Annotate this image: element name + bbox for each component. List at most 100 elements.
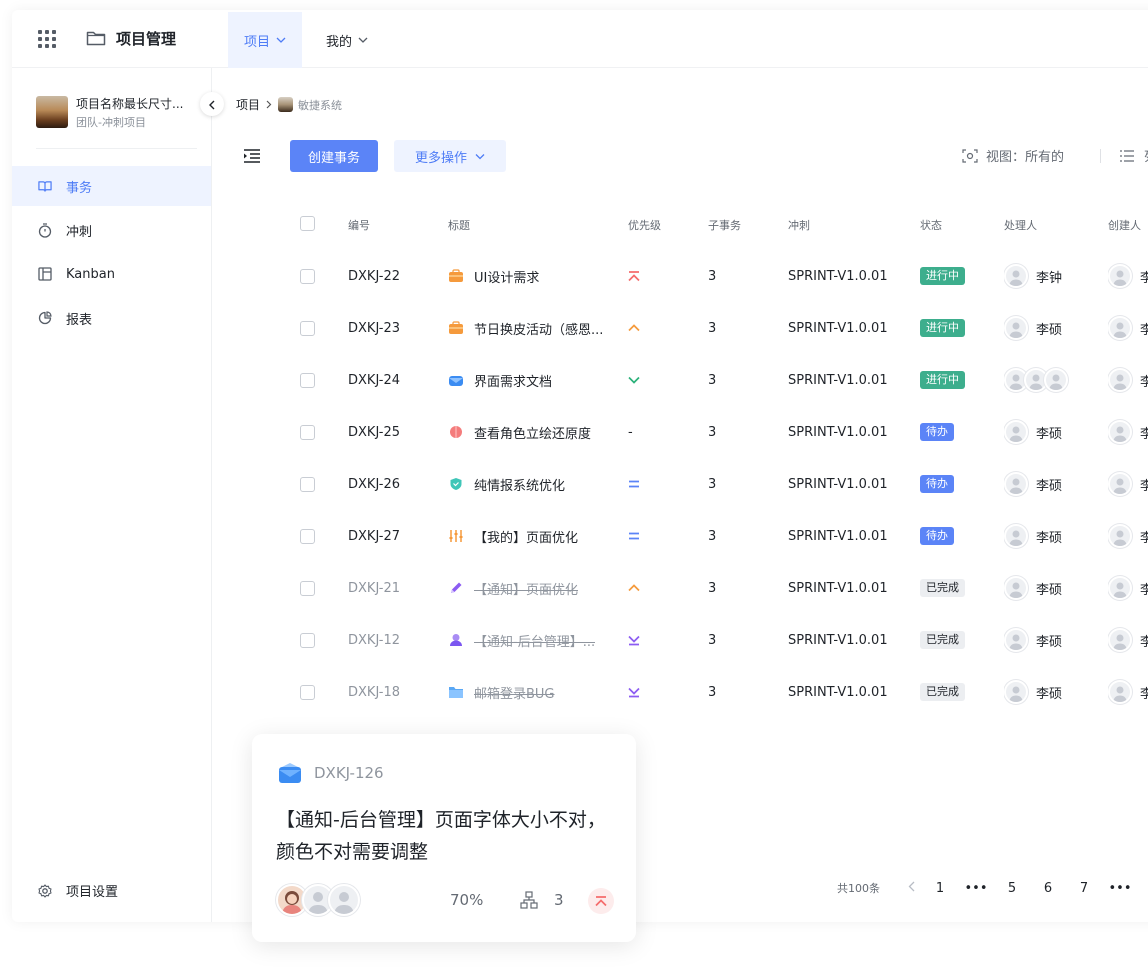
prev-page-button[interactable] bbox=[900, 881, 922, 896]
header-title[interactable]: 标题 bbox=[448, 198, 618, 250]
avatar[interactable] bbox=[1108, 524, 1132, 548]
table-row[interactable]: DXKJ-21 【通知】页面优化 3 SPRINT-V1.0.01 已完成 李硕 李 bbox=[236, 562, 1148, 614]
status-cell[interactable]: 待办 bbox=[920, 458, 990, 510]
creator-cell[interactable]: 李 bbox=[1108, 562, 1148, 614]
project-settings-button[interactable]: 项目设置 bbox=[38, 881, 118, 900]
avatar[interactable] bbox=[328, 884, 360, 916]
status-cell[interactable]: 待办 bbox=[920, 510, 990, 562]
row-checkbox[interactable] bbox=[300, 372, 315, 388]
status-cell[interactable]: 已完成 bbox=[920, 666, 990, 718]
tab-mine[interactable]: 我的 bbox=[326, 12, 368, 68]
row-checkbox[interactable] bbox=[300, 528, 315, 544]
select-all-checkbox[interactable] bbox=[300, 216, 315, 231]
tab-projects[interactable]: 项目 bbox=[228, 12, 303, 68]
sidebar-item-reports[interactable]: 报表 bbox=[12, 298, 211, 338]
avatar[interactable] bbox=[1108, 628, 1132, 652]
indent-icon[interactable] bbox=[244, 148, 260, 167]
sidebar-item-issues[interactable]: 事务 bbox=[12, 166, 211, 206]
row-checkbox[interactable] bbox=[300, 580, 315, 596]
issue-id[interactable]: DXKJ-23 bbox=[348, 302, 438, 354]
row-checkbox[interactable] bbox=[300, 684, 315, 700]
header-owner[interactable]: 处理人 bbox=[1004, 198, 1104, 250]
page-button[interactable]: 1 bbox=[922, 881, 958, 896]
avatar[interactable] bbox=[1108, 264, 1132, 288]
table-row[interactable]: DXKJ-22 UI设计需求 3 SPRINT-V1.0.01 进行中 李钟 李 bbox=[236, 250, 1148, 302]
avatar[interactable] bbox=[1108, 420, 1132, 444]
row-checkbox[interactable] bbox=[300, 268, 315, 284]
owner-cell[interactable]: 李硕 bbox=[1004, 562, 1104, 614]
priority-cell[interactable]: - bbox=[628, 406, 688, 458]
project-name[interactable]: 项目名称最长尺寸... bbox=[76, 95, 183, 112]
header-priority[interactable]: 优先级 bbox=[628, 198, 688, 250]
breadcrumb-root[interactable]: 项目 bbox=[236, 96, 260, 113]
sidebar-item-sprint[interactable]: 冲刺 bbox=[12, 210, 211, 250]
issue-id[interactable]: DXKJ-24 bbox=[348, 354, 438, 406]
creator-cell[interactable]: 李 bbox=[1108, 250, 1148, 302]
issue-id[interactable]: DXKJ-18 bbox=[348, 666, 438, 718]
creator-cell[interactable]: 李 bbox=[1108, 614, 1148, 666]
table-row[interactable]: DXKJ-26 纯情报系统优化 3 SPRINT-V1.0.01 待办 李硕 李 bbox=[236, 458, 1148, 510]
issue-title-cell[interactable]: 【通知-后台管理】... bbox=[448, 614, 618, 666]
page-button[interactable]: 7 bbox=[1066, 881, 1102, 896]
table-row[interactable]: DXKJ-24 界面需求文档 3 SPRINT-V1.0.01 进行中 李 bbox=[236, 354, 1148, 406]
priority-cell[interactable] bbox=[628, 354, 688, 406]
header-id[interactable]: 编号 bbox=[348, 198, 438, 250]
status-cell[interactable]: 待办 bbox=[920, 406, 990, 458]
header-status[interactable]: 状态 bbox=[920, 198, 990, 250]
issue-title-cell[interactable]: 【通知】页面优化 bbox=[448, 562, 618, 614]
creator-cell[interactable]: 李 bbox=[1108, 302, 1148, 354]
view-selector[interactable]: 视图：所有的 bbox=[962, 146, 1064, 165]
table-row[interactable]: DXKJ-23 节日换皮活动（感恩... 3 SPRINT-V1.0.01 进行中 李硕 李 bbox=[236, 302, 1148, 354]
avatar[interactable] bbox=[1004, 680, 1028, 704]
owner-cell[interactable]: 李钟 bbox=[1004, 250, 1104, 302]
issue-card[interactable]: DXKJ-126 【通知-后台管理】页面字体大小不对，颜色不对需要调整 70% … bbox=[252, 734, 636, 942]
avatar[interactable] bbox=[1004, 472, 1028, 496]
owner-cell[interactable]: 李硕 bbox=[1004, 458, 1104, 510]
issue-id[interactable]: DXKJ-12 bbox=[348, 614, 438, 666]
priority-cell[interactable] bbox=[628, 614, 688, 666]
avatar[interactable] bbox=[1004, 524, 1028, 548]
avatar[interactable] bbox=[1004, 316, 1028, 340]
priority-cell[interactable] bbox=[628, 302, 688, 354]
issue-title-cell[interactable]: 节日换皮活动（感恩... bbox=[448, 302, 618, 354]
issue-title-cell[interactable]: 邮箱登录BUG bbox=[448, 666, 618, 718]
issue-title-cell[interactable]: 查看角色立绘还原度 bbox=[448, 406, 618, 458]
collapse-sidebar-button[interactable] bbox=[200, 92, 224, 116]
priority-cell[interactable] bbox=[628, 458, 688, 510]
page-ellipsis[interactable]: ••• bbox=[1102, 881, 1138, 896]
owner-cell[interactable]: 李硕 bbox=[1004, 406, 1104, 458]
creator-cell[interactable]: 李 bbox=[1108, 458, 1148, 510]
owner-cell[interactable]: 李硕 bbox=[1004, 666, 1104, 718]
header-sprint[interactable]: 冲刺 bbox=[788, 198, 908, 250]
table-row[interactable]: DXKJ-27 【我的】页面优化 3 SPRINT-V1.0.01 待办 李硕 李 bbox=[236, 510, 1148, 562]
table-row[interactable]: DXKJ-18 邮箱登录BUG 3 SPRINT-V1.0.01 已完成 李硕 李 bbox=[236, 666, 1148, 718]
create-issue-button[interactable]: 创建事务 bbox=[290, 140, 378, 172]
owner-cell[interactable] bbox=[1004, 354, 1104, 406]
page-button[interactable]: 6 bbox=[1030, 881, 1066, 896]
owner-cell[interactable]: 李硕 bbox=[1004, 614, 1104, 666]
status-cell[interactable]: 进行中 bbox=[920, 354, 990, 406]
row-checkbox[interactable] bbox=[300, 320, 315, 336]
priority-cell[interactable] bbox=[628, 666, 688, 718]
avatar[interactable] bbox=[1044, 368, 1068, 392]
avatar[interactable] bbox=[1108, 576, 1132, 600]
creator-cell[interactable]: 李 bbox=[1108, 354, 1148, 406]
creator-cell[interactable]: 李 bbox=[1108, 666, 1148, 718]
avatar[interactable] bbox=[1108, 368, 1132, 392]
issue-id[interactable]: DXKJ-27 bbox=[348, 510, 438, 562]
avatar[interactable] bbox=[1108, 472, 1132, 496]
owner-cell[interactable]: 李硕 bbox=[1004, 302, 1104, 354]
header-creator[interactable]: 创建人 bbox=[1108, 198, 1148, 250]
issue-title-cell[interactable]: UI设计需求 bbox=[448, 250, 618, 302]
table-row[interactable]: DXKJ-25 查看角色立绘还原度 - 3 SPRINT-V1.0.01 待办 李硕 李 bbox=[236, 406, 1148, 458]
creator-cell[interactable]: 李 bbox=[1108, 510, 1148, 562]
priority-cell[interactable] bbox=[628, 562, 688, 614]
issue-id[interactable]: DXKJ-26 bbox=[348, 458, 438, 510]
header-subtasks[interactable]: 子事务 bbox=[708, 198, 768, 250]
avatar[interactable] bbox=[1108, 316, 1132, 340]
sidebar-item-kanban[interactable]: Kanban bbox=[12, 254, 211, 294]
avatar[interactable] bbox=[1004, 420, 1028, 444]
table-row[interactable]: DXKJ-12 【通知-后台管理】... 3 SPRINT-V1.0.01 已完成 李硕 李 bbox=[236, 614, 1148, 666]
row-checkbox[interactable] bbox=[300, 632, 315, 648]
row-checkbox[interactable] bbox=[300, 424, 315, 440]
